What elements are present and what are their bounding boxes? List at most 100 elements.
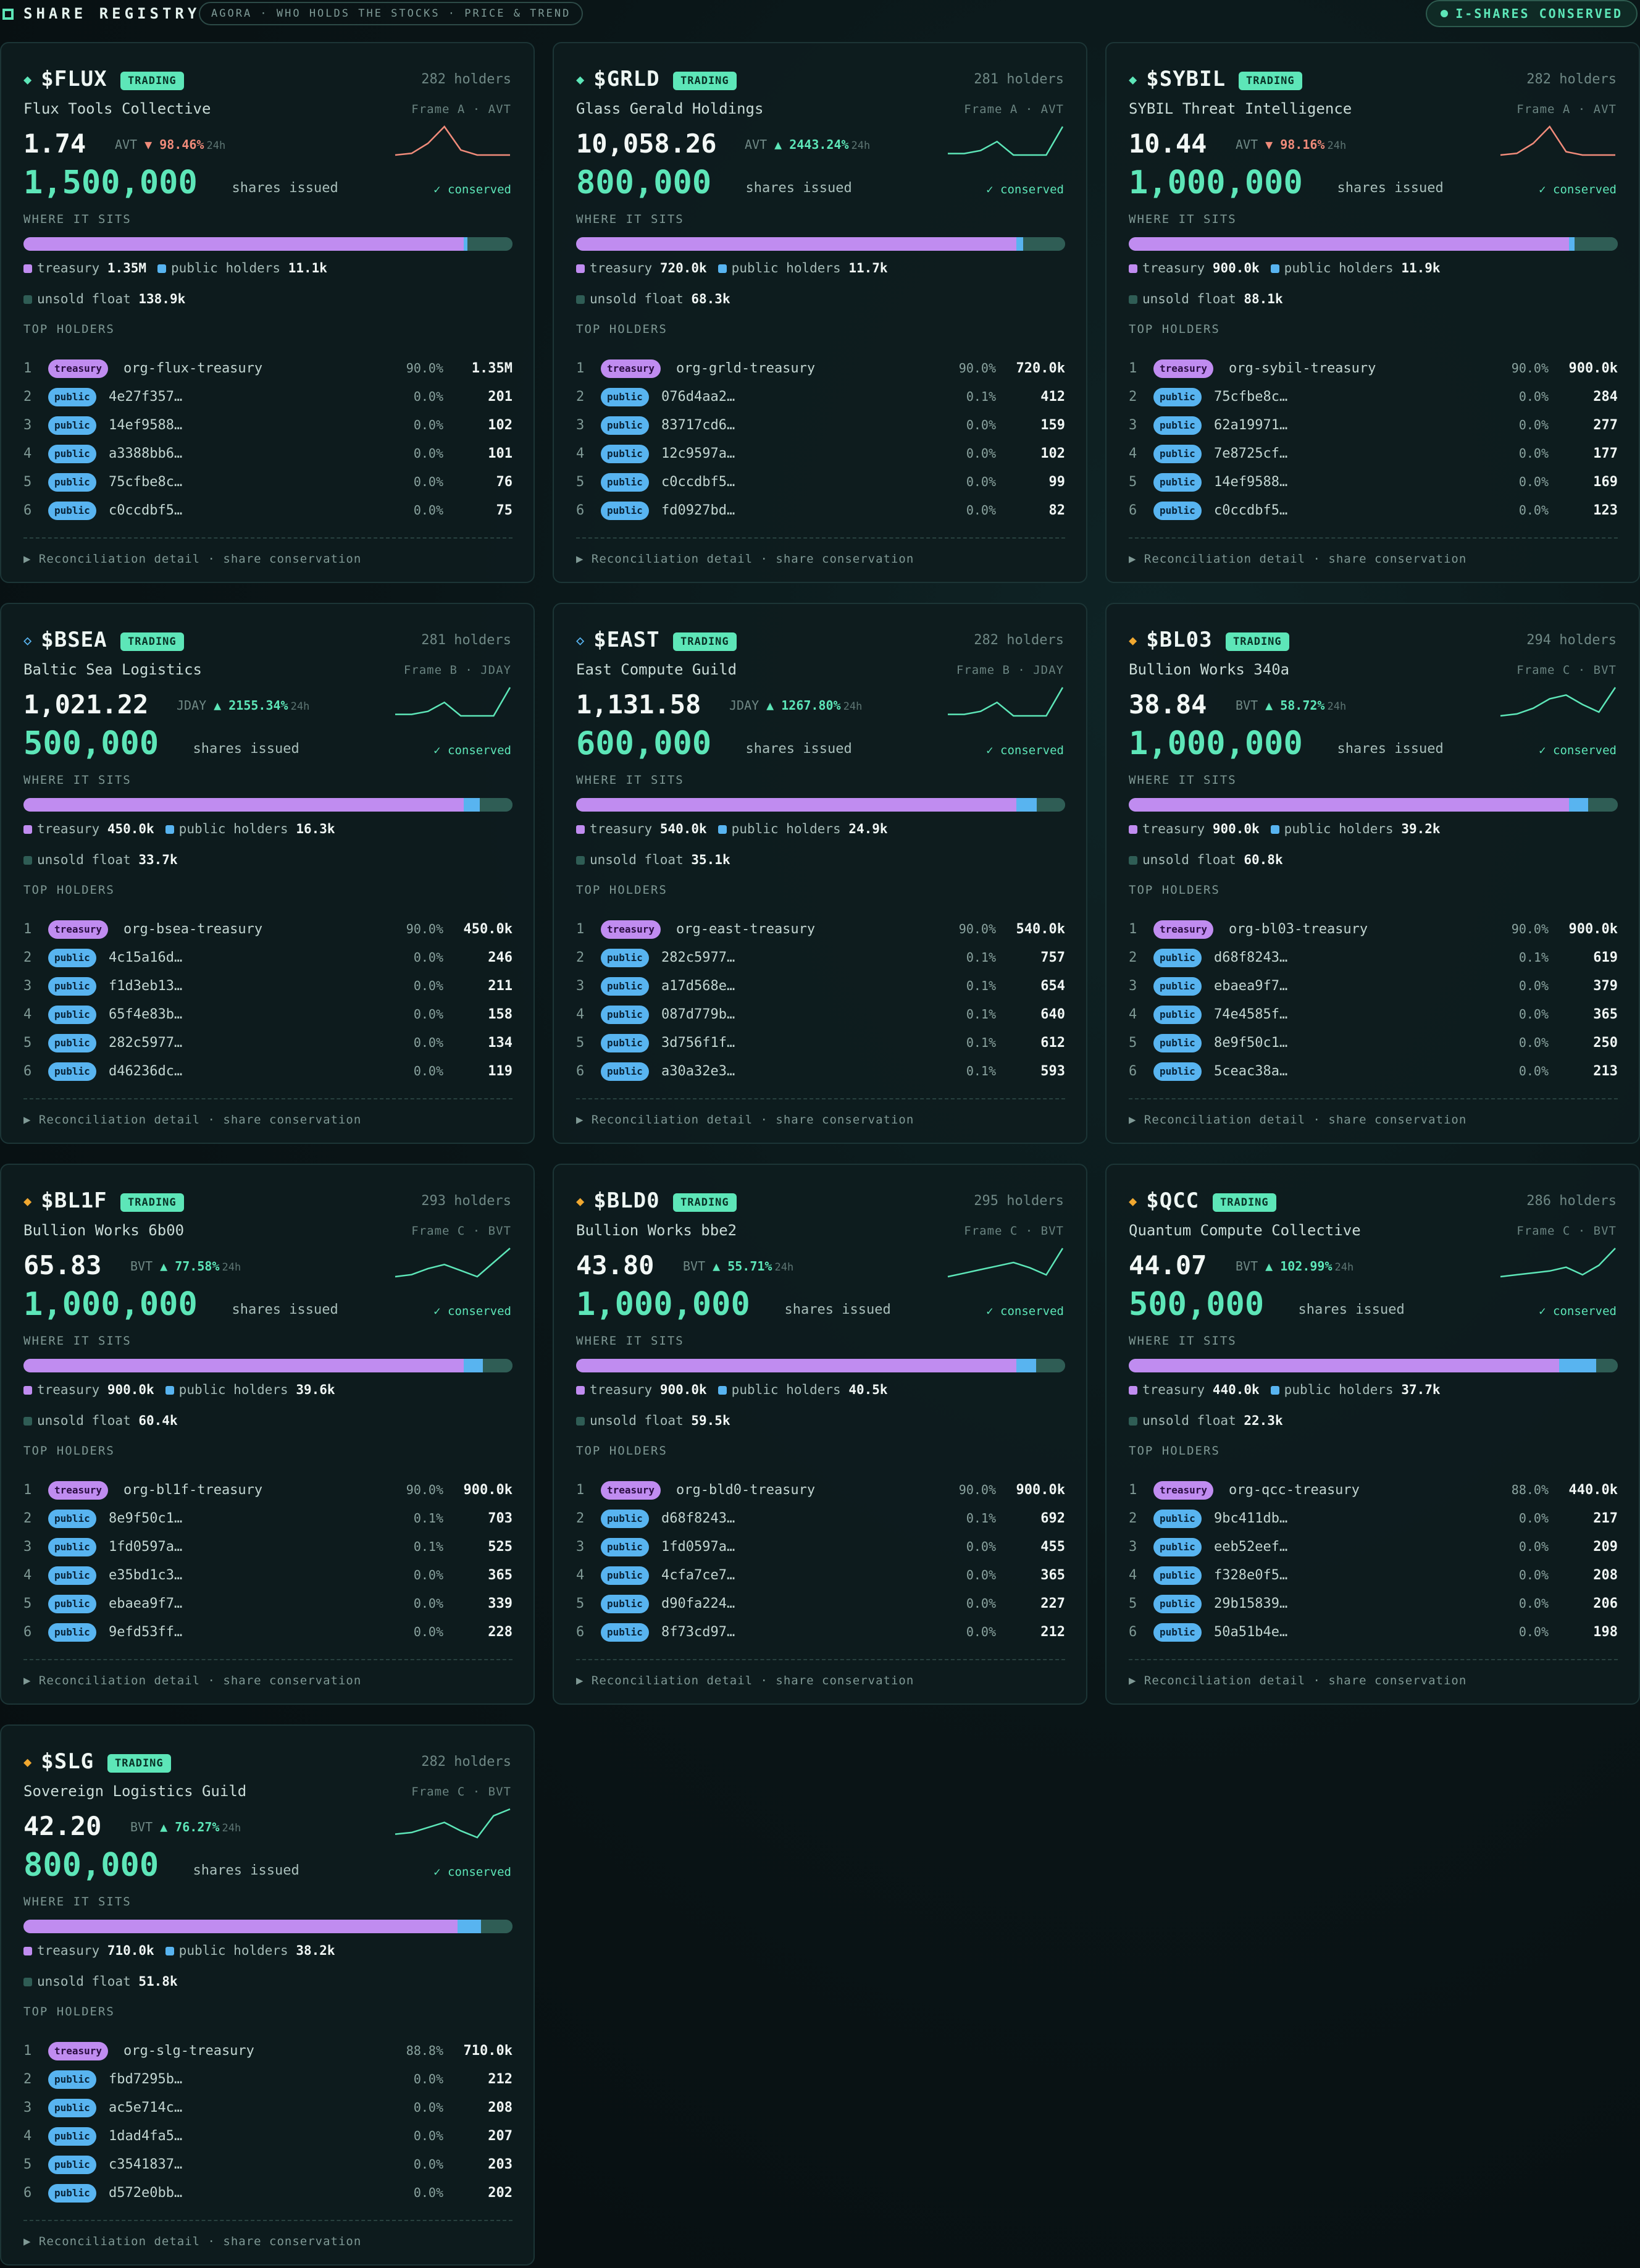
stock-ticker[interactable]: ◆ $BLD0	[576, 1188, 660, 1213]
reconciliation-toggle[interactable]: ▶ Reconciliation detail · share conserva…	[23, 1674, 361, 1687]
holder-row[interactable]: 2 public fbd7295b… 0.0% 212	[23, 2070, 512, 2099]
holder-row[interactable]: 4 public 74e4585f… 0.0% 365	[1129, 1006, 1618, 1034]
holder-row[interactable]: 3 public f1d3eb13… 0.0% 211	[23, 977, 512, 1006]
holder-row[interactable]: 6 public 8f73cd97… 0.0% 212	[576, 1623, 1065, 1652]
holder-row[interactable]: 5 public 14ef9588… 0.0% 169	[1129, 473, 1618, 502]
stock-ticker[interactable]: ◆ $BL03	[1129, 628, 1213, 652]
holder-row[interactable]: 5 public 3d756f1f… 0.1% 612	[576, 1034, 1065, 1062]
holder-row[interactable]: 3 public ebaea9f7… 0.0% 379	[1129, 977, 1618, 1006]
holder-row[interactable]: 3 public eeb52eef… 0.0% 209	[1129, 1538, 1618, 1566]
holder-row[interactable]: 3 public 83717cd6… 0.0% 159	[576, 416, 1065, 445]
holder-row[interactable]: 4 public 12c9597a… 0.0% 102	[576, 445, 1065, 473]
holder-row[interactable]: 6 public fd0927bd… 0.0% 82	[576, 502, 1065, 530]
change-arrow-icon: ▲	[713, 1259, 721, 1274]
reconciliation-toggle[interactable]: ▶ Reconciliation detail · share conserva…	[23, 552, 361, 566]
holder-row[interactable]: 2 public 4e27f357… 0.0% 201	[23, 388, 512, 416]
holder-row[interactable]: 4 public 087d779b… 0.1% 640	[576, 1006, 1065, 1034]
reconciliation-toggle[interactable]: ▶ Reconciliation detail · share conserva…	[576, 1113, 914, 1127]
holder-row[interactable]: 2 public d68f8243… 0.1% 619	[1129, 949, 1618, 977]
reconciliation-toggle[interactable]: ▶ Reconciliation detail · share conserva…	[23, 1113, 361, 1127]
top-holders-heading: TOP HOLDERS	[23, 322, 115, 336]
holder-row[interactable]: 3 public 14ef9588… 0.0% 102	[23, 416, 512, 445]
reconciliation-toggle[interactable]: ▶ Reconciliation detail · share conserva…	[576, 552, 914, 566]
holder-row[interactable]: 2 public 9bc411db… 0.0% 217	[1129, 1510, 1618, 1538]
price-sparkline	[947, 1248, 1064, 1278]
stock-ticker[interactable]: ◇ $BSEA	[23, 628, 107, 652]
holder-row[interactable]: 2 public 076d4aa2… 0.1% 412	[576, 388, 1065, 416]
distribution-legend-float: unsold float 60.8k	[1129, 852, 1294, 867]
holder-rank: 1	[23, 1482, 32, 1498]
holder-row[interactable]: 6 public a30a32e3… 0.1% 593	[576, 1062, 1065, 1091]
holder-row[interactable]: 1 treasury org-bld0-treasury 90.0% 900.0k	[576, 1481, 1065, 1510]
holder-row[interactable]: 6 public 5ceac38a… 0.0% 213	[1129, 1062, 1618, 1091]
holder-row[interactable]: 4 public a3388bb6… 0.0% 101	[23, 445, 512, 473]
reconciliation-toggle[interactable]: ▶ Reconciliation detail · share conserva…	[576, 1674, 914, 1687]
stock-ticker[interactable]: ◆ $SYBIL	[1129, 67, 1226, 91]
price-change: ▲ 58.72%	[1265, 698, 1324, 713]
stock-ticker[interactable]: ◆ $QCC	[1129, 1188, 1199, 1213]
holder-percent: 0.0%	[413, 446, 443, 461]
reconciliation-toggle[interactable]: ▶ Reconciliation detail · share conserva…	[1129, 1674, 1466, 1687]
holder-row[interactable]: 1 treasury org-east-treasury 90.0% 540.0k	[576, 920, 1065, 949]
conserved-note: ✓ conserved	[433, 183, 511, 196]
holder-row[interactable]: 1 treasury org-bsea-treasury 90.0% 450.0k	[23, 920, 512, 949]
holder-row[interactable]: 6 public c0ccdbf5… 0.0% 75	[23, 502, 512, 530]
holder-row[interactable]: 4 public 65f4e83b… 0.0% 158	[23, 1006, 512, 1034]
holder-row[interactable]: 1 treasury org-bl03-treasury 90.0% 900.0k	[1129, 920, 1618, 949]
holder-percent: 0.1%	[966, 389, 996, 404]
holder-row[interactable]: 3 public 1fd0597a… 0.1% 525	[23, 1538, 512, 1566]
holder-row[interactable]: 1 treasury org-grld-treasury 90.0% 720.0k	[576, 359, 1065, 388]
holder-row[interactable]: 4 public 4cfa7ce7… 0.0% 365	[576, 1566, 1065, 1595]
ticker-label: $BLD0	[593, 1188, 660, 1213]
holder-row[interactable]: 5 public d90fa224… 0.0% 227	[576, 1595, 1065, 1623]
holder-percent: 0.0%	[1518, 389, 1549, 404]
reconciliation-toggle[interactable]: ▶ Reconciliation detail · share conserva…	[23, 2235, 361, 2248]
stock-ticker[interactable]: ◆ $FLUX	[23, 67, 107, 91]
holder-rank: 1	[1129, 922, 1137, 937]
holder-row[interactable]: 3 public ac5e714c… 0.0% 208	[23, 2099, 512, 2127]
diamond-outline-icon: ◇	[23, 633, 33, 649]
holder-row[interactable]: 3 public 62a19971… 0.0% 277	[1129, 416, 1618, 445]
price-change: ▲ 1267.80%	[766, 698, 840, 713]
holder-row[interactable]: 5 public c0ccdbf5… 0.0% 99	[576, 473, 1065, 502]
holder-row[interactable]: 4 public 7e8725cf… 0.0% 177	[1129, 445, 1618, 473]
holder-row[interactable]: 4 public 1dad4fa5… 0.0% 207	[23, 2127, 512, 2156]
holder-rank: 1	[576, 361, 585, 376]
holder-row[interactable]: 5 public c3541837… 0.0% 203	[23, 2156, 512, 2184]
holder-row[interactable]: 3 public a17d568e… 0.1% 654	[576, 977, 1065, 1006]
holder-row[interactable]: 4 public e35bd1c3… 0.0% 365	[23, 1566, 512, 1595]
holder-row[interactable]: 1 treasury org-bl1f-treasury 90.0% 900.0k	[23, 1481, 512, 1510]
holder-name: 65f4e83b…	[109, 1007, 183, 1022]
holder-row[interactable]: 6 public d572e0bb… 0.0% 202	[23, 2184, 512, 2212]
holder-row[interactable]: 5 public 29b15839… 0.0% 206	[1129, 1595, 1618, 1623]
stock-ticker[interactable]: ◆ $SLG	[23, 1749, 94, 1774]
holder-row[interactable]: 6 public 50a51b4e… 0.0% 198	[1129, 1623, 1618, 1652]
stock-ticker[interactable]: ◆ $GRLD	[576, 67, 660, 91]
stock-ticker[interactable]: ◇ $EAST	[576, 628, 660, 652]
reconciliation-toggle[interactable]: ▶ Reconciliation detail · share conserva…	[1129, 1113, 1466, 1127]
holder-name: e35bd1c3…	[109, 1568, 183, 1583]
holder-row[interactable]: 5 public 8e9f50c1… 0.0% 250	[1129, 1034, 1618, 1062]
holder-row[interactable]: 3 public 1fd0597a… 0.0% 455	[576, 1538, 1065, 1566]
holder-row[interactable]: 5 public ebaea9f7… 0.0% 339	[23, 1595, 512, 1623]
legend-public-value: 11.1k	[288, 261, 327, 275]
holder-row[interactable]: 6 public d46236dc… 0.0% 119	[23, 1062, 512, 1091]
holder-row[interactable]: 5 public 75cfbe8c… 0.0% 76	[23, 473, 512, 502]
holder-rank: 4	[1129, 446, 1137, 461]
holder-row[interactable]: 1 treasury org-slg-treasury 88.8% 710.0k	[23, 2042, 512, 2070]
holder-row[interactable]: 1 treasury org-flux-treasury 90.0% 1.35M	[23, 359, 512, 388]
holder-row[interactable]: 6 public c0ccdbf5… 0.0% 123	[1129, 502, 1618, 530]
holder-row[interactable]: 2 public d68f8243… 0.1% 692	[576, 1510, 1065, 1538]
holder-row[interactable]: 1 treasury org-sybil-treasury 90.0% 900.0k	[1129, 359, 1618, 388]
holder-row[interactable]: 4 public f328e0f5… 0.0% 208	[1129, 1566, 1618, 1595]
holder-row[interactable]: 2 public 8e9f50c1… 0.1% 703	[23, 1510, 512, 1538]
holder-row[interactable]: 6 public 9efd53ff… 0.0% 228	[23, 1623, 512, 1652]
reconciliation-toggle[interactable]: ▶ Reconciliation detail · share conserva…	[1129, 552, 1466, 566]
holder-row[interactable]: 5 public 282c5977… 0.0% 134	[23, 1034, 512, 1062]
stock-ticker[interactable]: ◆ $BL1F	[23, 1188, 107, 1213]
holder-row[interactable]: 2 public 282c5977… 0.1% 757	[576, 949, 1065, 977]
holder-amount: 900.0k	[1568, 361, 1618, 376]
holder-row[interactable]: 2 public 4c15a16d… 0.0% 246	[23, 949, 512, 977]
holder-row[interactable]: 1 treasury org-qcc-treasury 88.0% 440.0k	[1129, 1481, 1618, 1510]
holder-row[interactable]: 2 public 75cfbe8c… 0.0% 284	[1129, 388, 1618, 416]
